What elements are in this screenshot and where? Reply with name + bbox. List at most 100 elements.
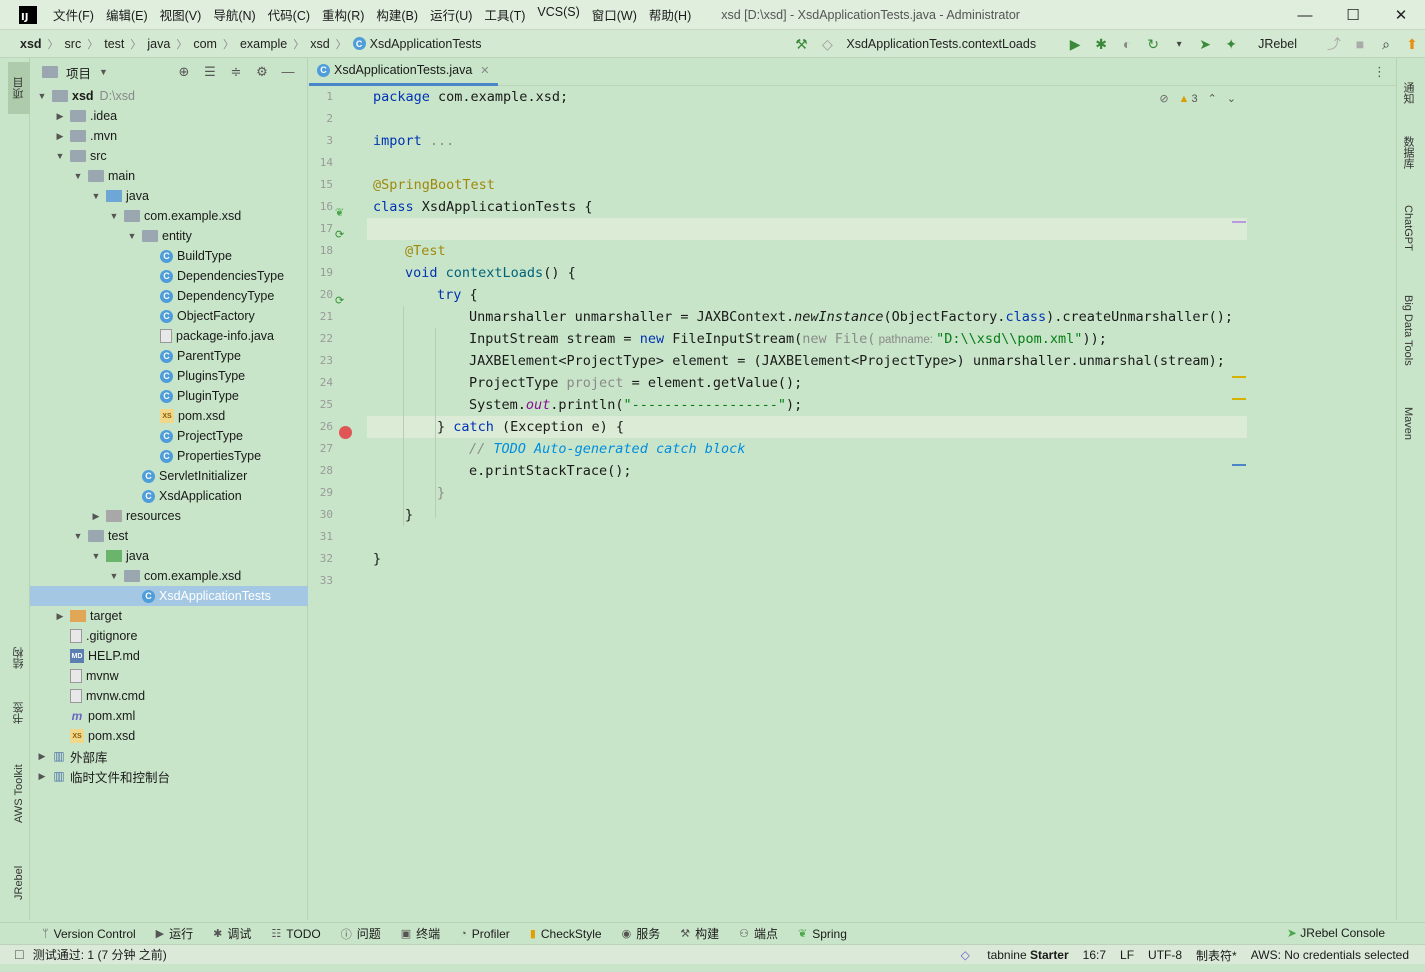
breadcrumb-item[interactable]: XsdApplicationTests (370, 37, 482, 51)
tree-item[interactable]: package-info.java (30, 326, 308, 346)
terminal-tab[interactable]: ▣ 终端 (401, 925, 440, 942)
jrebel-tool-tab[interactable]: JRebel (8, 854, 30, 912)
minimize-button[interactable]: — (1281, 0, 1329, 30)
chevron-right-icon[interactable]: ▶ (90, 511, 102, 522)
bookmarks-tool-tab[interactable]: 书签 (8, 690, 30, 736)
menu-view[interactable]: 视图(V) (160, 5, 202, 24)
tree-item[interactable]: C PropertiesType (30, 446, 308, 466)
tree-item[interactable]: ▶ ▥ 临时文件和控制台 (30, 766, 308, 786)
tree-item[interactable]: C ServletInitializer (30, 466, 308, 486)
database-tab[interactable]: 数据库 (1397, 124, 1419, 180)
jrebel-label[interactable]: JRebel (1258, 37, 1297, 51)
notifications-tab[interactable]: 通知 (1397, 68, 1419, 118)
error-stripe-mark[interactable] (1232, 221, 1246, 223)
build-tab[interactable]: ⚒ 构建 (680, 925, 719, 942)
tree-item[interactable]: mvnw.cmd (30, 686, 308, 706)
tree-item[interactable]: ▼ java (30, 186, 308, 206)
menu-run[interactable]: 运行(U) (430, 5, 472, 24)
tree-item[interactable]: m pom.xml (30, 706, 308, 726)
tree-item[interactable]: C XsdApplication (30, 486, 308, 506)
gear-icon[interactable]: ⚙ (249, 64, 275, 80)
coverage-icon[interactable]: ◐ (1114, 36, 1140, 52)
breadcrumb-item[interactable]: example (240, 37, 287, 51)
tree-item[interactable]: ▼ test (30, 526, 308, 546)
tree-item[interactable]: C DependenciesType (30, 266, 308, 286)
close-tab-icon[interactable]: ✕ (480, 64, 489, 77)
project-panel-title[interactable]: 项目 (66, 63, 91, 82)
profiler-tab[interactable]: ◔ Profiler (460, 927, 510, 941)
chevron-down-icon[interactable]: ▼ (126, 231, 138, 241)
code-area[interactable]: package com.example.xsd; import ... @Spr… (367, 86, 1373, 920)
problems-tab[interactable]: ⓘ 问题 (341, 925, 381, 942)
tree-item[interactable]: .gitignore (30, 626, 308, 646)
error-stripe-mark[interactable] (1232, 464, 1246, 466)
chevron-right-icon[interactable]: ▶ (36, 751, 48, 762)
tree-item[interactable]: ▼ src (30, 146, 308, 166)
chevron-down-icon[interactable]: ▼ (108, 571, 120, 581)
tree-item[interactable]: C PluginType (30, 386, 308, 406)
jrebel-run-icon[interactable]: ➤ (1192, 36, 1218, 53)
chevron-down-icon[interactable]: ▼ (72, 531, 84, 541)
chevron-down-icon[interactable]: ▼ (36, 91, 48, 101)
chevron-right-icon[interactable]: ▶ (54, 611, 66, 622)
profiler-icon[interactable]: ↻ (1140, 36, 1166, 53)
collapse-all-icon[interactable]: ≑ (223, 64, 249, 80)
spring-bean-icon[interactable]: ❦ (335, 206, 344, 219)
breadcrumb-item[interactable]: src (65, 37, 82, 51)
status-toggle-icon[interactable]: ☐ (14, 948, 25, 962)
tree-item[interactable]: XS pom.xsd (30, 726, 308, 746)
jrebel-sync-icon[interactable]: ⤴ (1321, 34, 1347, 54)
error-stripe-mark[interactable] (1232, 376, 1246, 378)
tree-item[interactable]: C ObjectFactory (30, 306, 308, 326)
structure-tool-tab[interactable]: 结构 (8, 636, 30, 680)
aws-toolkit-tab[interactable]: AWS Toolkit (8, 748, 30, 840)
indent-setting[interactable]: 制表符* (1196, 947, 1237, 964)
tree-item[interactable]: XS pom.xsd (30, 406, 308, 426)
chevron-right-icon[interactable]: ▶ (54, 111, 66, 122)
breakpoint-icon[interactable] (339, 426, 352, 439)
aws-credentials[interactable]: AWS: No credentials selected (1251, 948, 1409, 962)
todo-tab[interactable]: ☷ TODO (271, 927, 320, 941)
menu-help[interactable]: 帮助(H) (649, 5, 691, 24)
tree-item[interactable]: C DependencyType (30, 286, 308, 306)
menu-tools[interactable]: 工具(T) (484, 5, 525, 24)
menu-window[interactable]: 窗口(W) (592, 5, 637, 24)
run-config-selector[interactable]: XsdApplicationTests.contextLoads (846, 37, 1036, 51)
checkstyle-tab[interactable]: ▮ CheckStyle (530, 927, 602, 941)
version-control-tab[interactable]: ᛘ Version Control (42, 927, 136, 941)
tree-item[interactable]: ▶ .mvn (30, 126, 308, 146)
run-test-gutter-icon[interactable]: ⟳ (335, 294, 344, 307)
error-stripe-mark[interactable] (1232, 398, 1246, 400)
menu-file[interactable]: 文件(F) (53, 5, 94, 24)
tree-item[interactable]: ▼ entity (30, 226, 308, 246)
chatgpt-tab[interactable]: ChatGPT (1397, 194, 1419, 262)
jrebel-console-tab[interactable]: ➤ JRebel Console (1287, 926, 1385, 940)
close-button[interactable]: ✕ (1377, 0, 1425, 30)
project-tool-tab[interactable]: 项目 (8, 62, 30, 114)
tree-item[interactable]: mvnw (30, 666, 308, 686)
tree-item[interactable]: C XsdApplicationTests (30, 586, 308, 606)
tree-item[interactable]: ▼ com.example.xsd (30, 206, 308, 226)
build-hammer-icon[interactable]: ⚒ (788, 36, 814, 53)
spring-tab[interactable]: ❦ Spring (798, 927, 847, 941)
chevron-down-icon[interactable]: ▼ (90, 551, 102, 561)
tree-item[interactable]: ▶ ▥ 外部库 (30, 746, 308, 766)
locate-icon[interactable]: ⊕ (171, 64, 197, 80)
tree-item[interactable]: ▶ resources (30, 506, 308, 526)
status-message[interactable]: 测试通过: 1 (7 分钟 之前) (33, 946, 167, 963)
breadcrumb-item[interactable]: xsd (20, 37, 42, 51)
tree-item[interactable]: ▼ main (30, 166, 308, 186)
chevron-down-icon[interactable]: ▼ (108, 211, 120, 221)
tree-item[interactable]: ▶ target (30, 606, 308, 626)
chevron-down-icon[interactable]: ▼ (90, 191, 102, 201)
tree-item[interactable]: C ParentType (30, 346, 308, 366)
stop-icon[interactable]: ■ (1347, 36, 1373, 52)
tabnine-status[interactable]: ◇ tabnine Starter (947, 948, 1069, 962)
services-tab[interactable]: ◉ 服务 (622, 925, 661, 942)
tree-item[interactable]: C PluginsType (30, 366, 308, 386)
cursor-position[interactable]: 16:7 (1083, 948, 1106, 962)
menu-edit[interactable]: 编辑(E) (106, 5, 148, 24)
search-icon[interactable]: ⌕ (1373, 36, 1399, 53)
big-data-tools-tab[interactable]: Big Data Tools (1397, 280, 1419, 380)
chevron-down-icon[interactable]: ▼ (72, 171, 84, 181)
